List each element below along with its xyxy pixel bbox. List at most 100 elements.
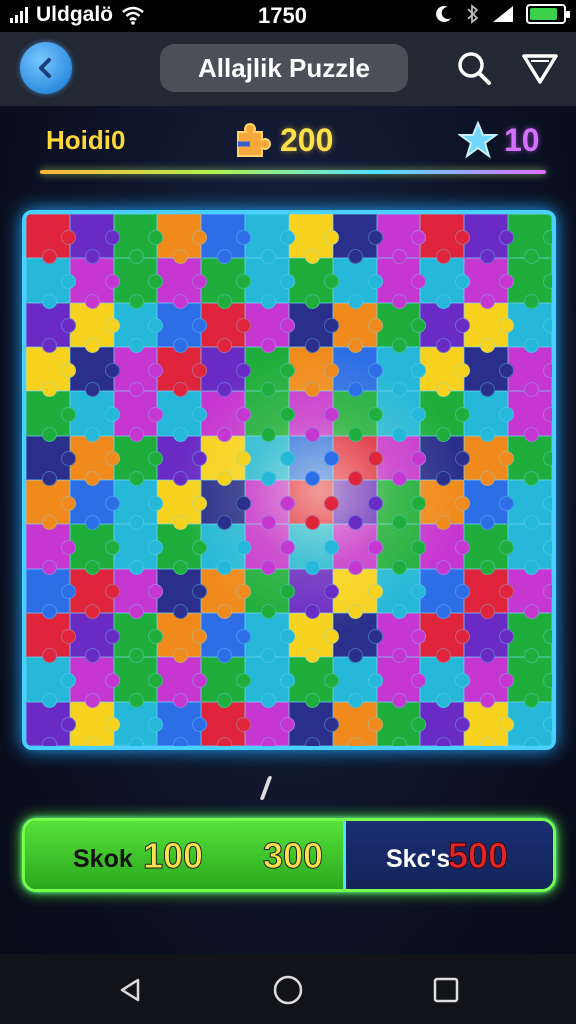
puzzle-piece[interactable] (464, 568, 514, 620)
puzzle-piece[interactable] (26, 612, 76, 664)
puzzle-piece[interactable] (332, 479, 383, 531)
puzzle-piece[interactable] (245, 391, 295, 443)
puzzle-piece[interactable] (288, 701, 339, 746)
puzzle-piece[interactable] (245, 302, 295, 354)
puzzle-piece[interactable] (113, 657, 164, 709)
puzzle-piece[interactable] (508, 568, 552, 620)
puzzle-piece[interactable] (508, 214, 552, 265)
puzzle-piece[interactable] (376, 701, 427, 746)
puzzle-piece[interactable] (26, 302, 76, 354)
puzzle-piece[interactable] (69, 258, 120, 310)
puzzle-piece[interactable] (201, 391, 251, 443)
puzzle-piece[interactable] (26, 479, 76, 531)
puzzle-piece[interactable] (26, 258, 76, 310)
puzzle-piece[interactable] (464, 302, 514, 354)
puzzle-piece[interactable] (376, 302, 427, 354)
puzzle-piece[interactable] (288, 346, 339, 398)
puzzle-piece[interactable] (464, 479, 514, 531)
puzzle-piece[interactable] (26, 657, 76, 709)
puzzle-piece[interactable] (420, 568, 471, 620)
puzzle-piece[interactable] (420, 524, 471, 576)
puzzle-piece[interactable] (332, 612, 383, 664)
puzzle-piece[interactable] (245, 258, 295, 310)
puzzle-piece[interactable] (508, 258, 552, 310)
puzzle-piece[interactable] (508, 612, 552, 664)
puzzle-piece[interactable] (69, 435, 120, 487)
puzzle-piece[interactable] (201, 612, 251, 664)
puzzle-piece[interactable] (288, 302, 339, 354)
puzzle-piece[interactable] (69, 479, 120, 531)
puzzle-piece[interactable] (376, 657, 427, 709)
puzzle-piece[interactable] (376, 612, 427, 664)
puzzle-piece[interactable] (113, 302, 164, 354)
puzzle-piece[interactable] (508, 435, 552, 487)
puzzle-piece[interactable] (464, 214, 514, 265)
puzzle-piece[interactable] (376, 435, 427, 487)
filter-button[interactable] (520, 48, 560, 88)
puzzle-piece[interactable] (420, 479, 471, 531)
puzzle-piece[interactable] (26, 701, 76, 746)
puzzle-piece[interactable] (288, 258, 339, 310)
puzzle-piece[interactable] (464, 524, 514, 576)
puzzle-piece[interactable] (332, 701, 383, 746)
puzzle-piece[interactable] (245, 435, 295, 487)
puzzle-piece[interactable] (245, 568, 295, 620)
puzzle-piece[interactable] (508, 302, 552, 354)
puzzle-piece[interactable] (420, 435, 471, 487)
puzzle-piece[interactable] (26, 524, 76, 576)
puzzle-piece[interactable] (245, 346, 295, 398)
puzzle-piece[interactable] (157, 302, 208, 354)
puzzle-piece[interactable] (69, 302, 120, 354)
puzzle-piece[interactable] (113, 435, 164, 487)
puzzle-piece[interactable] (26, 346, 76, 398)
puzzle-piece[interactable] (157, 258, 208, 310)
puzzle-piece[interactable] (288, 479, 339, 531)
puzzle-piece[interactable] (464, 701, 514, 746)
puzzle-piece[interactable] (113, 612, 164, 664)
puzzle-piece[interactable] (201, 701, 251, 746)
puzzle-piece[interactable] (113, 524, 164, 576)
puzzle-piece[interactable] (201, 302, 251, 354)
puzzle-piece[interactable] (245, 657, 295, 709)
puzzle-piece[interactable] (157, 346, 208, 398)
puzzle-piece[interactable] (157, 479, 208, 531)
puzzle-piece[interactable] (464, 391, 514, 443)
puzzle-piece[interactable] (69, 612, 120, 664)
puzzle-piece[interactable] (26, 214, 76, 265)
puzzle-piece[interactable] (288, 568, 339, 620)
puzzle-piece[interactable] (245, 479, 295, 531)
puzzle-piece[interactable] (157, 568, 208, 620)
puzzle-piece[interactable] (420, 657, 471, 709)
puzzle-piece[interactable] (201, 657, 251, 709)
puzzle-piece[interactable] (157, 612, 208, 664)
puzzle-piece[interactable] (201, 346, 251, 398)
puzzle-piece[interactable] (69, 391, 120, 443)
puzzle-piece[interactable] (113, 568, 164, 620)
puzzle-piece[interactable] (508, 391, 552, 443)
puzzle-piece[interactable] (508, 657, 552, 709)
puzzle-piece[interactable] (157, 391, 208, 443)
puzzle-piece[interactable] (288, 391, 339, 443)
puzzle-piece[interactable] (157, 657, 208, 709)
puzzle-piece[interactable] (113, 258, 164, 310)
puzzle-piece[interactable] (113, 346, 164, 398)
puzzle-piece[interactable] (376, 346, 427, 398)
puzzle-piece[interactable] (157, 214, 208, 265)
puzzle-piece[interactable] (201, 568, 251, 620)
puzzle-piece[interactable] (332, 524, 383, 576)
puzzle-piece[interactable] (69, 657, 120, 709)
puzzle-piece[interactable] (157, 435, 208, 487)
puzzle-piece[interactable] (332, 657, 383, 709)
puzzle-piece[interactable] (245, 701, 295, 746)
puzzle-piece[interactable] (201, 479, 251, 531)
puzzle-piece[interactable] (420, 612, 471, 664)
puzzle-piece[interactable] (332, 435, 383, 487)
back-button[interactable] (20, 42, 72, 94)
puzzle-piece[interactable] (420, 701, 471, 746)
puzzle-piece[interactable] (288, 612, 339, 664)
puzzle-piece[interactable] (201, 524, 251, 576)
puzzle-piece[interactable] (420, 391, 471, 443)
puzzle-piece[interactable] (420, 302, 471, 354)
puzzle-piece[interactable] (376, 568, 427, 620)
puzzle-grid[interactable] (26, 214, 552, 746)
